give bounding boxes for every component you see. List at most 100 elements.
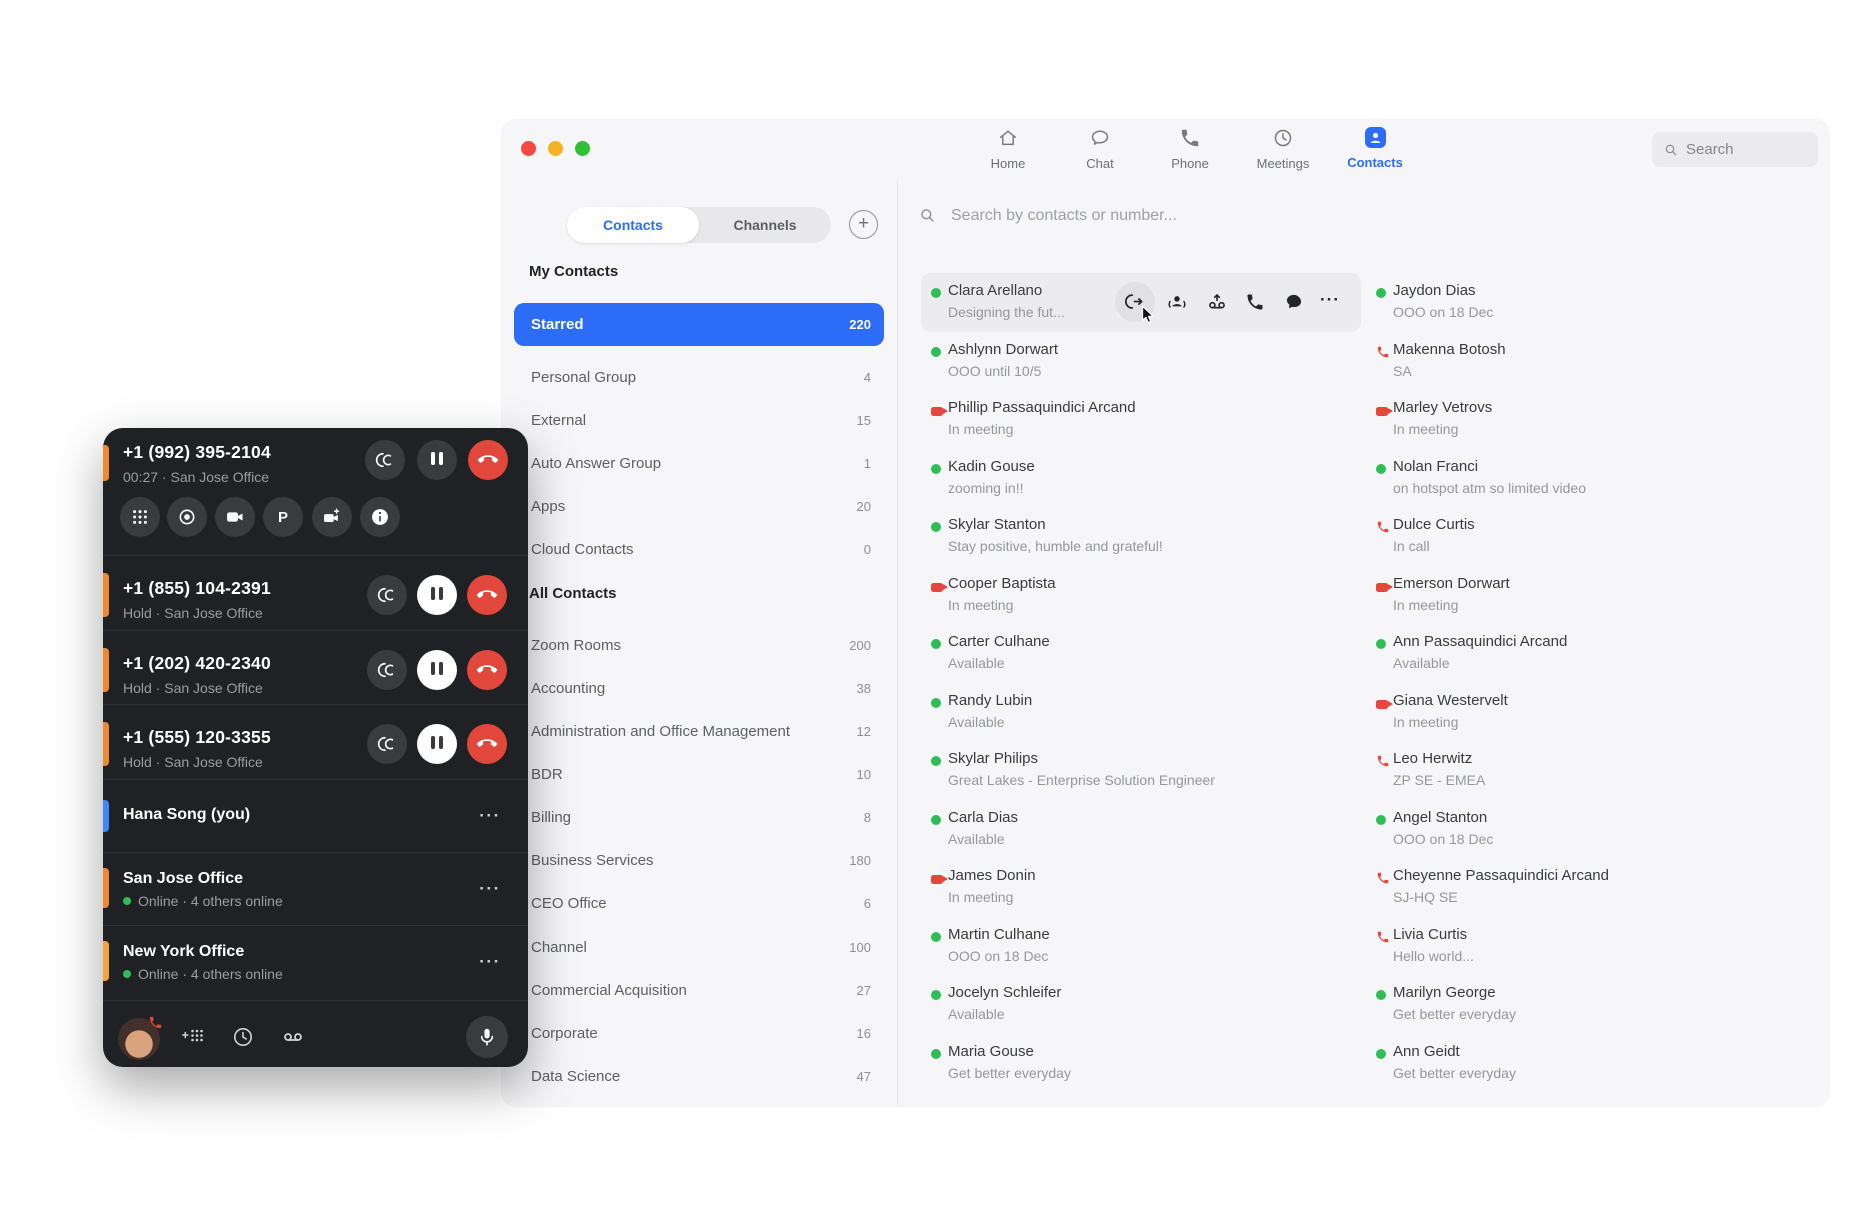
contact-status: In meeting bbox=[948, 597, 1013, 613]
contact-row[interactable]: Dulce Curtis In call bbox=[1368, 511, 1823, 569]
contact-row[interactable]: Makenna Botosh SA bbox=[1368, 336, 1823, 394]
line-name: Hana Song (you) bbox=[123, 806, 250, 824]
contact-row[interactable]: Marley Vetrovs In meeting bbox=[1368, 394, 1823, 452]
more-icon[interactable]: ··· bbox=[468, 879, 512, 899]
video-button[interactable] bbox=[215, 497, 255, 537]
microphone-button[interactable] bbox=[466, 1016, 508, 1058]
nav-home[interactable]: Home bbox=[963, 127, 1053, 171]
transfer-call-button[interactable] bbox=[367, 724, 407, 764]
transfer-call-button[interactable] bbox=[367, 575, 407, 615]
line-status: Online · 4 others online bbox=[123, 966, 283, 982]
sidebar-item-administration[interactable]: Administration and Office Management12 bbox=[514, 709, 884, 753]
contact-row[interactable]: James Donin In meeting bbox=[923, 862, 1360, 920]
keypad-button[interactable] bbox=[120, 497, 160, 537]
contact-row[interactable]: Angel Stanton OOO on 18 Dec bbox=[1368, 804, 1823, 862]
contact-row[interactable]: Maria Gouse Get better everyday bbox=[923, 1038, 1360, 1096]
nav-meetings-label: Meetings bbox=[1238, 156, 1328, 171]
resume-call-button[interactable] bbox=[417, 575, 457, 615]
contact-row[interactable]: Giana Westervelt In meeting bbox=[1368, 687, 1823, 745]
traffic-light-zoom-button[interactable] bbox=[575, 141, 590, 156]
more-icon[interactable]: ··· bbox=[468, 806, 512, 826]
tab-contacts[interactable]: Contacts bbox=[567, 207, 699, 243]
line-row-new-york-office[interactable]: New York Office Online · 4 others online… bbox=[103, 925, 528, 998]
call-number: +1 (855) 104-2391 bbox=[123, 578, 271, 599]
nav-contacts[interactable]: Contacts bbox=[1330, 127, 1420, 170]
sidebar-item-accounting[interactable]: Accounting38 bbox=[514, 666, 884, 710]
contact-row[interactable]: Skylar Stanton Stay positive, humble and… bbox=[923, 511, 1360, 569]
transfer-call-button[interactable] bbox=[365, 440, 405, 480]
hold-call-button[interactable] bbox=[417, 440, 457, 480]
user-avatar[interactable] bbox=[118, 1018, 160, 1060]
resume-call-button[interactable] bbox=[417, 650, 457, 690]
contact-row[interactable]: Ashlynn Dorwart OOO until 10/5 bbox=[923, 336, 1360, 394]
contact-row[interactable]: Randy Lubin Available bbox=[923, 687, 1360, 745]
contact-row[interactable]: Jaydon Dias OOO on 18 Dec bbox=[1368, 277, 1823, 335]
sidebar-item-corporate[interactable]: Corporate16 bbox=[514, 1011, 884, 1055]
voicemail-icon[interactable] bbox=[281, 1025, 305, 1049]
sidebar-item-business-services[interactable]: Business Services180 bbox=[514, 838, 884, 882]
contact-row[interactable]: Livia Curtis Hello world... bbox=[1368, 921, 1823, 979]
sidebar-item-starred[interactable]: Starred 220 bbox=[514, 303, 884, 346]
contact-row[interactable]: Skylar Philips Great Lakes - Enterprise … bbox=[923, 745, 1360, 803]
contact-row[interactable]: Cooper Baptista In meeting bbox=[923, 570, 1360, 628]
contact-row[interactable]: Ann Passaquindici Arcand Available bbox=[1368, 628, 1823, 686]
global-search-placeholder: Search bbox=[1686, 141, 1734, 158]
contact-row[interactable]: Phillip Passaquindici Arcand In meeting bbox=[923, 394, 1360, 452]
contact-row[interactable]: Martin Culhane OOO on 18 Dec bbox=[923, 921, 1360, 979]
sidebar-item-personal-group[interactable]: Personal Group4 bbox=[514, 355, 884, 399]
line-row-self[interactable]: Hana Song (you) ··· bbox=[103, 779, 528, 852]
nav-phone[interactable]: Phone bbox=[1145, 127, 1235, 171]
sidebar-item-data-science[interactable]: Data Science47 bbox=[514, 1054, 884, 1098]
sidebar-item-cloud-contacts[interactable]: Cloud Contacts0 bbox=[514, 527, 884, 571]
contact-row[interactable]: Jocelyn Schleifer Available bbox=[923, 979, 1360, 1037]
video-camera-plus-icon bbox=[322, 507, 342, 527]
contact-row[interactable]: Ann Geidt Get better everyday bbox=[1368, 1038, 1823, 1096]
contacts-search-input[interactable]: Search by contacts or number... bbox=[918, 206, 1177, 225]
contact-row[interactable]: Carter Culhane Available bbox=[923, 628, 1360, 686]
contact-row[interactable]: Emerson Dorwart In meeting bbox=[1368, 570, 1823, 628]
dialpad-add-call-icon[interactable] bbox=[180, 1025, 204, 1049]
sidebar-item-auto-answer-group[interactable]: Auto Answer Group1 bbox=[514, 441, 884, 485]
end-call-button[interactable] bbox=[467, 650, 507, 690]
end-call-button[interactable] bbox=[468, 440, 508, 480]
meetings-icon bbox=[1272, 127, 1294, 149]
resume-call-button[interactable] bbox=[417, 724, 457, 764]
line-row-san-jose-office[interactable]: San Jose Office Online · 4 others online… bbox=[103, 852, 528, 925]
sidebar-item-channel[interactable]: Channel100 bbox=[514, 925, 884, 969]
add-video-button[interactable] bbox=[312, 497, 352, 537]
nav-chat[interactable]: Chat bbox=[1055, 127, 1145, 171]
contact-row[interactable]: Marilyn George Get better everyday bbox=[1368, 979, 1823, 1037]
contact-row[interactable]: Carla Dias Available bbox=[923, 804, 1360, 862]
contact-row[interactable]: Leo Herwitz ZP SE - EMEA bbox=[1368, 745, 1823, 803]
record-button[interactable] bbox=[167, 497, 207, 537]
transfer-call-button[interactable] bbox=[367, 650, 407, 690]
presence-in-meeting-icon bbox=[931, 583, 943, 592]
global-search-input[interactable]: Search bbox=[1652, 132, 1818, 167]
chat-icon bbox=[1089, 127, 1111, 149]
add-contact-button[interactable]: + bbox=[849, 210, 878, 239]
contact-row[interactable]: Nolan Franci on hotspot atm so limited v… bbox=[1368, 453, 1823, 511]
traffic-light-close-button[interactable] bbox=[521, 141, 536, 156]
sidebar-item-billing[interactable]: Billing8 bbox=[514, 795, 884, 839]
sidebar-item-external[interactable]: External15 bbox=[514, 398, 884, 442]
presence-on-call-icon bbox=[1376, 871, 1390, 890]
more-icon[interactable]: ··· bbox=[468, 952, 512, 972]
contact-row[interactable]: Cheyenne Passaquindici Arcand SJ-HQ SE bbox=[1368, 862, 1823, 920]
sidebar-item-bdr[interactable]: BDR10 bbox=[514, 752, 884, 796]
park-call-button[interactable]: P bbox=[263, 497, 303, 537]
line-status: Online · 4 others online bbox=[123, 893, 283, 909]
end-call-button[interactable] bbox=[467, 575, 507, 615]
tab-channels[interactable]: Channels bbox=[699, 207, 831, 243]
call-info-button[interactable] bbox=[360, 497, 400, 537]
sidebar-item-zoom-rooms[interactable]: Zoom Rooms200 bbox=[514, 623, 884, 667]
call-number: +1 (992) 395-2104 bbox=[123, 442, 271, 463]
traffic-light-minimize-button[interactable] bbox=[548, 141, 563, 156]
nav-meetings[interactable]: Meetings bbox=[1238, 127, 1328, 171]
contacts-search-placeholder: Search by contacts or number... bbox=[951, 207, 1177, 225]
sidebar-item-apps[interactable]: Apps20 bbox=[514, 484, 884, 528]
call-history-icon[interactable] bbox=[231, 1025, 255, 1049]
end-call-button[interactable] bbox=[467, 724, 507, 764]
sidebar-item-commercial-acquisition[interactable]: Commercial Acquisition27 bbox=[514, 968, 884, 1012]
sidebar-item-ceo-office[interactable]: CEO Office6 bbox=[514, 881, 884, 925]
contact-row[interactable]: Kadin Gouse zooming in!! bbox=[923, 453, 1360, 511]
